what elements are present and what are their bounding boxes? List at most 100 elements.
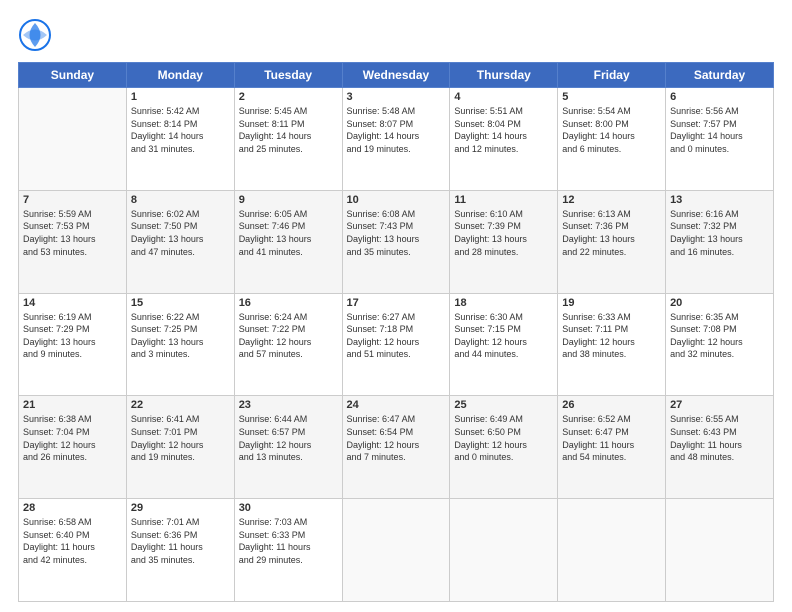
day-info: Sunrise: 7:01 AMSunset: 6:36 PMDaylight:… [131, 516, 230, 566]
day-info: Sunrise: 6:02 AMSunset: 7:50 PMDaylight:… [131, 208, 230, 258]
day-cell-25: 25Sunrise: 6:49 AMSunset: 6:50 PMDayligh… [450, 396, 558, 499]
day-cell-29: 29 Sunrise: 7:01 AMSunset: 6:36 PMDayligh… [126, 499, 234, 602]
weekday-header-thursday: Thursday [450, 63, 558, 88]
day-number: 13 [670, 194, 769, 206]
calendar-table: SundayMondayTuesdayWednesdayThursdayFrid… [18, 62, 774, 602]
day-number: 3 [347, 91, 446, 103]
week-row-3: 14 Sunrise: 6:19 AMSunset: 7:29 PMDayligh… [19, 293, 774, 396]
day-number: 18 [454, 297, 553, 309]
day-info: Sunrise: 6:27 AMSunset: 7:18 PMDaylight:… [347, 311, 446, 361]
day-number: 6 [670, 91, 769, 103]
calendar-page: SundayMondayTuesdayWednesdayThursdayFrid… [0, 0, 792, 612]
day-cell-9: 9Sunrise: 6:05 AMSunset: 7:46 PMDaylight… [234, 190, 342, 293]
day-number: 17 [347, 297, 446, 309]
day-cell-2: 2 Sunrise: 5:45 AMSunset: 8:11 PMDaylight… [234, 88, 342, 191]
week-row-1: 1Sunrise: 5:42 AMSunset: 8:14 PMDaylight… [19, 88, 774, 191]
day-cell-19: 19Sunrise: 6:33 AMSunset: 7:11 PMDayligh… [558, 293, 666, 396]
day-info: Sunrise: 5:59 AMSunset: 7:53 PMDaylight:… [23, 208, 122, 258]
day-cell-28: 28 Sunrise: 6:58 AMSunset: 6:40 PMDayligh… [19, 499, 127, 602]
day-number: 1 [131, 91, 230, 103]
weekday-header-sunday: Sunday [19, 63, 127, 88]
day-info: Sunrise: 6:08 AMSunset: 7:43 PMDaylight:… [347, 208, 446, 258]
day-info: Sunrise: 6:22 AMSunset: 7:25 PMDaylight:… [131, 311, 230, 361]
day-number: 15 [131, 297, 230, 309]
day-cell-18: 18 Sunrise: 6:30 AMSunset: 7:15 PMDayligh… [450, 293, 558, 396]
day-info: Sunrise: 5:45 AMSunset: 8:11 PMDaylight:… [239, 105, 338, 155]
day-info: Sunrise: 6:33 AMSunset: 7:11 PMDaylight:… [562, 311, 661, 361]
day-number: 4 [454, 91, 553, 103]
day-number: 24 [347, 399, 446, 411]
day-cell-8: 8 Sunrise: 6:02 AMSunset: 7:50 PMDaylight… [126, 190, 234, 293]
day-cell-14: 14 Sunrise: 6:19 AMSunset: 7:29 PMDayligh… [19, 293, 127, 396]
day-cell-22: 22 Sunrise: 6:41 AMSunset: 7:01 PMDayligh… [126, 396, 234, 499]
week-row-4: 21 Sunrise: 6:38 AMSunset: 7:04 PMDayligh… [19, 396, 774, 499]
header [18, 18, 774, 52]
day-number: 12 [562, 194, 661, 206]
day-info: Sunrise: 6:30 AMSunset: 7:15 PMDaylight:… [454, 311, 553, 361]
weekday-header-wednesday: Wednesday [342, 63, 450, 88]
week-row-5: 28 Sunrise: 6:58 AMSunset: 6:40 PMDayligh… [19, 499, 774, 602]
day-info: Sunrise: 6:41 AMSunset: 7:01 PMDaylight:… [131, 413, 230, 463]
day-number: 22 [131, 399, 230, 411]
day-cell-20: 20Sunrise: 6:35 AMSunset: 7:08 PMDayligh… [666, 293, 774, 396]
day-number: 21 [23, 399, 122, 411]
day-info: Sunrise: 6:38 AMSunset: 7:04 PMDaylight:… [23, 413, 122, 463]
day-number: 23 [239, 399, 338, 411]
day-info: Sunrise: 5:48 AMSunset: 8:07 PMDaylight:… [347, 105, 446, 155]
day-info: Sunrise: 6:16 AMSunset: 7:32 PMDaylight:… [670, 208, 769, 258]
day-cell-16: 16 Sunrise: 6:24 AMSunset: 7:22 PMDayligh… [234, 293, 342, 396]
empty-cell [558, 499, 666, 602]
day-cell-15: 15 Sunrise: 6:22 AMSunset: 7:25 PMDayligh… [126, 293, 234, 396]
empty-cell [450, 499, 558, 602]
logo-icon [18, 18, 52, 52]
weekday-header-row: SundayMondayTuesdayWednesdayThursdayFrid… [19, 63, 774, 88]
day-number: 16 [239, 297, 338, 309]
day-cell-24: 24Sunrise: 6:47 AMSunset: 6:54 PMDayligh… [342, 396, 450, 499]
empty-cell [19, 88, 127, 191]
day-info: Sunrise: 6:19 AMSunset: 7:29 PMDaylight:… [23, 311, 122, 361]
day-cell-6: 6 Sunrise: 5:56 AMSunset: 7:57 PMDaylight… [666, 88, 774, 191]
day-number: 30 [239, 502, 338, 514]
day-cell-11: 11Sunrise: 6:10 AMSunset: 7:39 PMDayligh… [450, 190, 558, 293]
day-cell-17: 17 Sunrise: 6:27 AMSunset: 7:18 PMDayligh… [342, 293, 450, 396]
day-number: 8 [131, 194, 230, 206]
day-number: 5 [562, 91, 661, 103]
day-cell-3: 3 Sunrise: 5:48 AMSunset: 8:07 PMDaylight… [342, 88, 450, 191]
day-info: Sunrise: 7:03 AMSunset: 6:33 PMDaylight:… [239, 516, 338, 566]
day-number: 27 [670, 399, 769, 411]
day-cell-5: 5Sunrise: 5:54 AMSunset: 8:00 PMDaylight… [558, 88, 666, 191]
day-info: Sunrise: 6:44 AMSunset: 6:57 PMDaylight:… [239, 413, 338, 463]
day-info: Sunrise: 6:13 AMSunset: 7:36 PMDaylight:… [562, 208, 661, 258]
day-info: Sunrise: 6:24 AMSunset: 7:22 PMDaylight:… [239, 311, 338, 361]
empty-cell [666, 499, 774, 602]
day-cell-7: 7 Sunrise: 5:59 AMSunset: 7:53 PMDaylight… [19, 190, 127, 293]
week-row-2: 7 Sunrise: 5:59 AMSunset: 7:53 PMDaylight… [19, 190, 774, 293]
day-number: 10 [347, 194, 446, 206]
day-info: Sunrise: 6:05 AMSunset: 7:46 PMDaylight:… [239, 208, 338, 258]
logo [18, 18, 52, 52]
day-number: 11 [454, 194, 553, 206]
day-cell-1: 1Sunrise: 5:42 AMSunset: 8:14 PMDaylight… [126, 88, 234, 191]
day-info: Sunrise: 6:58 AMSunset: 6:40 PMDaylight:… [23, 516, 122, 566]
day-info: Sunrise: 5:51 AMSunset: 8:04 PMDaylight:… [454, 105, 553, 155]
day-cell-12: 12 Sunrise: 6:13 AMSunset: 7:36 PMDayligh… [558, 190, 666, 293]
day-cell-4: 4 Sunrise: 5:51 AMSunset: 8:04 PMDaylight… [450, 88, 558, 191]
day-number: 2 [239, 91, 338, 103]
day-cell-27: 27 Sunrise: 6:55 AMSunset: 6:43 PMDayligh… [666, 396, 774, 499]
weekday-header-saturday: Saturday [666, 63, 774, 88]
day-info: Sunrise: 5:56 AMSunset: 7:57 PMDaylight:… [670, 105, 769, 155]
day-info: Sunrise: 6:49 AMSunset: 6:50 PMDaylight:… [454, 413, 553, 463]
day-info: Sunrise: 6:55 AMSunset: 6:43 PMDaylight:… [670, 413, 769, 463]
day-cell-10: 10 Sunrise: 6:08 AMSunset: 7:43 PMDayligh… [342, 190, 450, 293]
day-number: 7 [23, 194, 122, 206]
day-info: Sunrise: 6:52 AMSunset: 6:47 PMDaylight:… [562, 413, 661, 463]
day-cell-30: 30 Sunrise: 7:03 AMSunset: 6:33 PMDayligh… [234, 499, 342, 602]
day-cell-13: 13 Sunrise: 6:16 AMSunset: 7:32 PMDayligh… [666, 190, 774, 293]
day-number: 26 [562, 399, 661, 411]
day-number: 14 [23, 297, 122, 309]
day-number: 28 [23, 502, 122, 514]
day-number: 20 [670, 297, 769, 309]
weekday-header-friday: Friday [558, 63, 666, 88]
day-number: 29 [131, 502, 230, 514]
day-cell-23: 23 Sunrise: 6:44 AMSunset: 6:57 PMDayligh… [234, 396, 342, 499]
